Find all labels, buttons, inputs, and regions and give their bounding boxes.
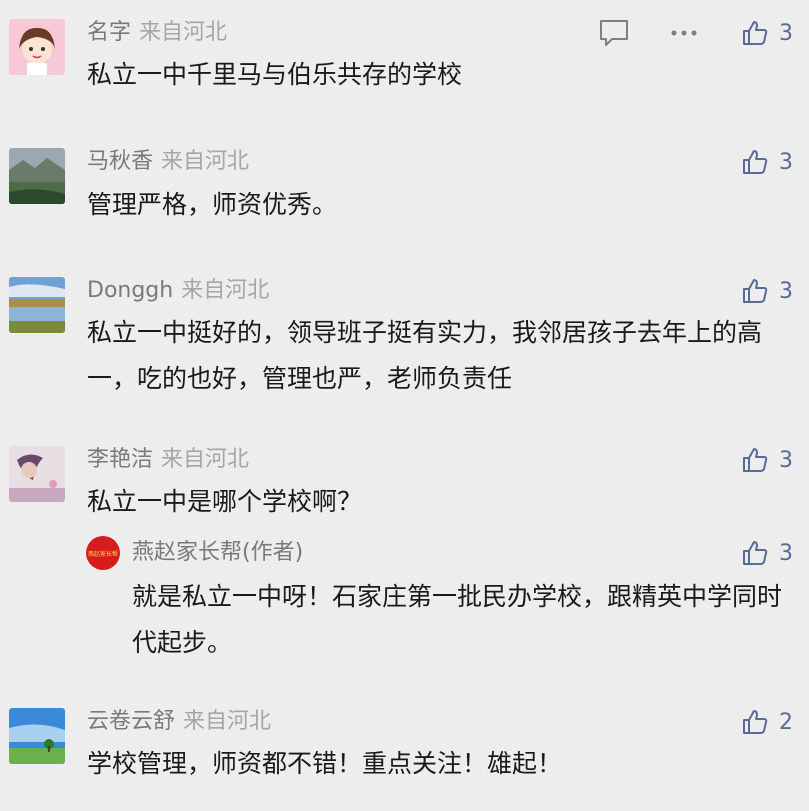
reply-text: 就是私立一中呀！石家庄第一批民办学校，跟精英中学同时代起步。: [132, 582, 783, 657]
girl-photo-avatar: [9, 446, 65, 502]
landscape-avatar: [9, 148, 65, 204]
commenter-name: Donggh 来自河北: [87, 276, 269, 306]
thumbs-up-icon: [743, 541, 768, 565]
avatar[interactable]: [9, 446, 65, 502]
commenter-name: 马秋香 来自河北: [87, 147, 249, 177]
author-logo-avatar[interactable]: 燕赵家长帮: [86, 536, 120, 570]
location-text: 来自河北: [181, 278, 270, 303]
like-button[interactable]: 2: [741, 707, 793, 737]
logo-text: 燕赵家长帮: [87, 550, 118, 558]
comment-text: 私立一中是哪个学校啊？: [87, 487, 363, 516]
thumbs-up-icon: [743, 21, 768, 45]
reply-comment-icon[interactable]: [598, 18, 630, 52]
comment-text: 学校管理，师资都不错！重点关注！雄起！: [87, 749, 563, 778]
thumbs-up-icon: [743, 448, 768, 472]
more-icon[interactable]: [668, 18, 700, 52]
like-count: 2: [779, 709, 793, 735]
blue-sky-tree-avatar: [9, 708, 65, 764]
thumbs-up-icon: [743, 279, 768, 303]
author-name: 燕赵家长帮(作者): [132, 540, 304, 565]
name-text: Donggh: [87, 278, 174, 303]
like-count: 3: [779, 20, 793, 46]
sky-lake-avatar: [9, 277, 65, 333]
name-text: 李艳洁: [87, 447, 154, 472]
location-text: 来自河北: [139, 20, 228, 45]
comment-text: 私立一中挺好的，领导班子挺有实力，我邻居孩子去年上的高一，吃的也好，管理也严，老…: [87, 318, 763, 393]
like-count: 3: [779, 278, 793, 304]
location-text: 来自河北: [161, 447, 250, 472]
avatar[interactable]: [9, 277, 65, 333]
like-button[interactable]: 3: [741, 538, 793, 568]
avatar[interactable]: [9, 148, 65, 204]
like-button[interactable]: 3: [741, 276, 793, 306]
location-text: 来自河北: [161, 149, 250, 174]
like-button[interactable]: 3: [741, 18, 793, 48]
name-text: 云卷云舒: [87, 709, 176, 734]
like-button[interactable]: 3: [741, 147, 793, 177]
avatar[interactable]: [9, 19, 65, 75]
like-count: 3: [779, 149, 793, 175]
comment-text: 私立一中千里马与伯乐共存的学校: [87, 60, 463, 89]
comment-text: 管理严格，师资优秀。: [87, 190, 338, 219]
name-text: 名字: [87, 20, 132, 45]
location-text: 来自河北: [183, 709, 272, 734]
like-count: 3: [779, 540, 793, 566]
name-text: 马秋香: [87, 149, 154, 174]
thumbs-up-icon: [743, 150, 768, 174]
like-button[interactable]: 3: [741, 445, 793, 475]
commenter-name: 名字 来自河北: [87, 18, 227, 48]
like-count: 3: [779, 447, 793, 473]
thumbs-up-icon: [743, 710, 768, 734]
commenter-name: 云卷云舒 来自河北: [87, 707, 271, 737]
avatar[interactable]: [9, 708, 65, 764]
commenter-name: 李艳洁 来自河北: [87, 445, 249, 475]
cartoon-girl-avatar: [9, 19, 65, 75]
